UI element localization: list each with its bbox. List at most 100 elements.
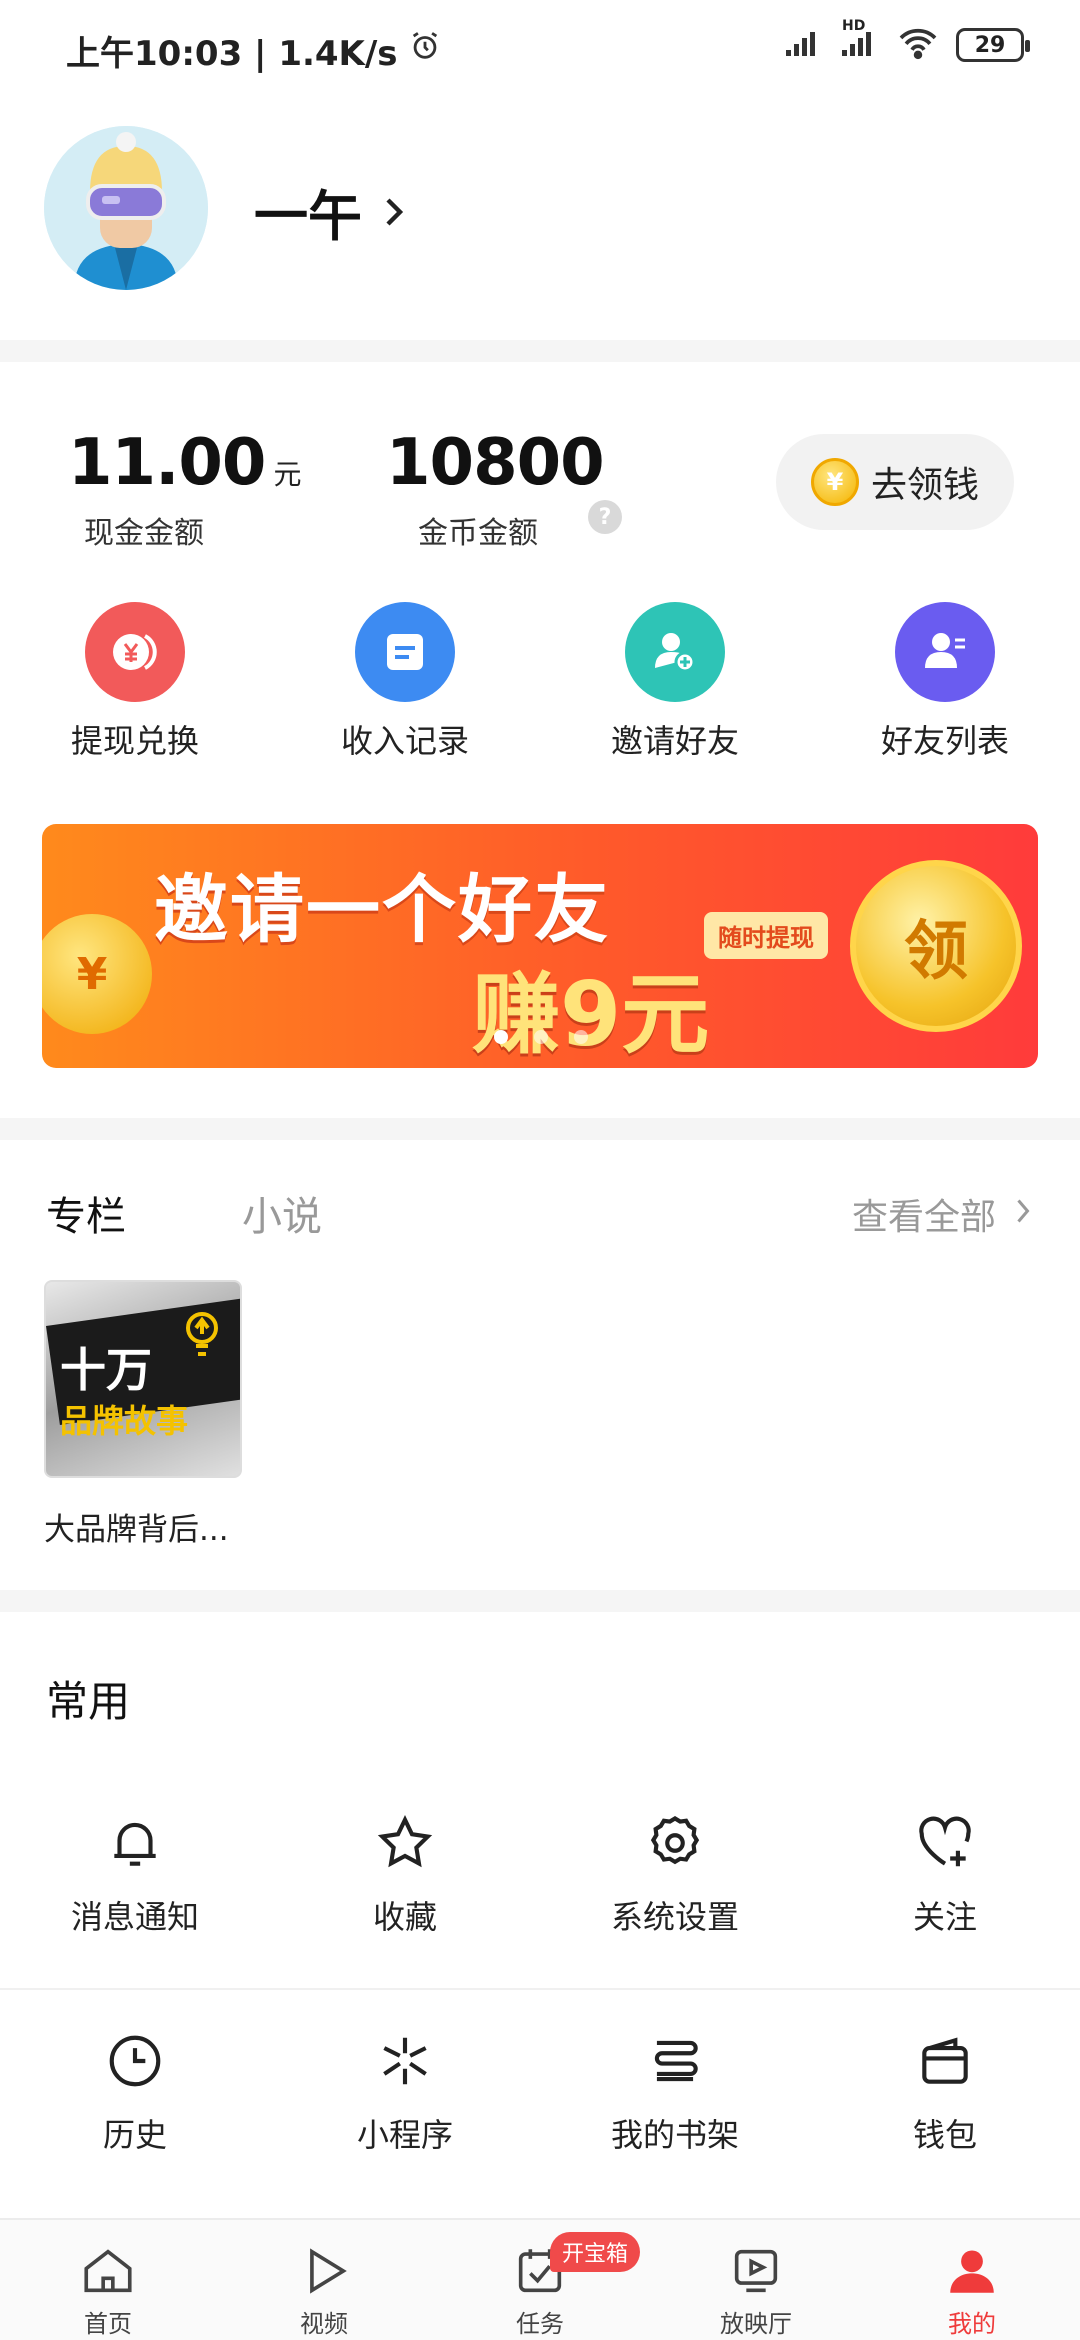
quick-actions: 提现兑换 收入记录 邀请好友 好友列表	[0, 602, 1080, 762]
cash-label: 现金金额	[84, 516, 204, 551]
cash-balance[interactable]: 11.00 元 现金金额	[68, 426, 301, 552]
common-item-settings[interactable]: 系统设置	[540, 1812, 810, 2012]
avatar[interactable]	[44, 126, 208, 290]
nav-label: 任务	[516, 2310, 564, 2338]
coin-balance[interactable]: 10800 金币金额	[386, 426, 605, 552]
task-badge: 开宝箱	[550, 2232, 641, 2272]
quick-action-label: 好友列表	[880, 722, 1009, 760]
nav-task[interactable]: 开宝箱 任务	[432, 2220, 648, 2340]
common-item-wallet[interactable]: 钱包	[810, 2030, 1080, 2230]
common-item-label: 系统设置	[610, 1898, 739, 1936]
quick-action-invite[interactable]: 邀请好友	[540, 602, 810, 762]
nav-label: 首页	[84, 2310, 132, 2338]
heart-plus-icon	[919, 1816, 971, 1867]
screening-icon	[734, 2249, 778, 2293]
battery-indicator: 29	[956, 28, 1030, 62]
gear-icon	[650, 1816, 700, 1865]
lightbulb-icon	[174, 1302, 230, 1370]
claim-money-label: 去领钱	[870, 465, 979, 506]
section-separator	[0, 1118, 1080, 1140]
common-item-mini-program[interactable]: 小程序	[270, 2030, 540, 2230]
common-item-bookshelf[interactable]: 我的书架	[540, 2030, 810, 2230]
book-cover-line2: 品牌故事	[60, 1402, 189, 1440]
profile-icon	[950, 2250, 994, 2293]
coin-decoration-icon: ¥	[42, 914, 152, 1034]
claim-money-button[interactable]: ¥ 去领钱	[776, 434, 1014, 530]
status-left: 上午10:03 | 1.4K/s	[66, 26, 442, 75]
alarm-icon	[408, 29, 442, 72]
cash-value: 11.00	[68, 426, 266, 500]
common-item-label: 我的书架	[610, 2116, 739, 2154]
nav-label: 视频	[300, 2310, 348, 2338]
common-item-history[interactable]: 历史	[0, 2030, 270, 2230]
bell-icon	[114, 1822, 156, 1866]
tab-column[interactable]: 专栏	[46, 1184, 126, 1242]
cash-unit: 元	[273, 458, 302, 491]
bookshelf-icon	[654, 2040, 698, 2082]
banner-pagination	[494, 1030, 588, 1044]
invite-banner[interactable]: ¥ 邀请一个好友 随时提现 赚9元 领	[42, 824, 1038, 1068]
common-item-notifications[interactable]: 消息通知	[0, 1812, 270, 2012]
tab-novel[interactable]: 小说	[242, 1184, 322, 1242]
nav-video[interactable]: 视频	[216, 2220, 432, 2340]
status-time-speed: 上午10:03 | 1.4K/s	[66, 34, 398, 74]
nav-profile[interactable]: 我的	[864, 2220, 1080, 2340]
common-item-label: 历史	[102, 2116, 167, 2154]
book-title[interactable]: 大品牌背后...	[44, 1504, 229, 1549]
signal-hd-icon: HD	[840, 18, 880, 62]
star-icon	[377, 1814, 433, 1868]
common-item-follow[interactable]: 关注	[810, 1812, 1080, 2012]
pagination-dot[interactable]	[534, 1030, 548, 1044]
section-separator	[0, 1590, 1080, 1612]
view-all-label: 查看全部	[851, 1197, 996, 1238]
profile-header[interactable]: 一午	[0, 110, 1080, 340]
common-item-label: 小程序	[356, 2116, 453, 2154]
mini-program-icon	[383, 2037, 427, 2085]
column-tabs: 专栏 小说	[46, 1184, 322, 1242]
common-item-label: 收藏	[372, 1898, 437, 1936]
status-bar: 上午10:03 | 1.4K/s HD 29	[0, 0, 1080, 96]
section-separator	[0, 340, 1080, 362]
chevron-right-icon	[382, 180, 406, 243]
nav-home[interactable]: 首页	[0, 2220, 216, 2340]
quick-action-income-record[interactable]: 收入记录	[270, 602, 540, 762]
status-right: HD 29	[784, 18, 1030, 64]
bottom-nav: 首页 视频 开宝箱 任务 放映厅 我的	[0, 2218, 1080, 2340]
username: 一午	[254, 185, 362, 248]
profile-name-link[interactable]: 一午	[254, 172, 406, 251]
common-item-favorites[interactable]: 收藏	[270, 1812, 540, 2012]
wallet-icon	[922, 2037, 968, 2084]
common-row: 消息通知 收藏 系统设置 关注	[0, 1812, 1080, 2012]
coin-label: 金币金额	[418, 516, 538, 551]
quick-action-friend-list[interactable]: 好友列表	[810, 602, 1080, 762]
pagination-dot[interactable]	[574, 1030, 588, 1044]
wifi-icon	[896, 26, 940, 64]
book-cover-line1: 十万	[60, 1343, 152, 1397]
book-cover[interactable]: 十万 品牌故事	[44, 1280, 242, 1478]
banner-subtitle: 赚9元	[472, 963, 710, 1066]
signal-icon	[784, 28, 824, 62]
nav-label: 我的	[948, 2310, 996, 2338]
common-row: 历史 小程序 我的书架 钱包	[0, 2030, 1080, 2230]
quick-action-label: 收入记录	[340, 722, 469, 760]
banner-title: 邀请一个好友	[154, 867, 610, 953]
pagination-dot[interactable]	[494, 1030, 508, 1044]
home-icon	[84, 2249, 132, 2293]
invite-user-icon	[625, 602, 725, 702]
coin-icon: ¥	[810, 458, 859, 506]
network-label: HD	[842, 18, 866, 34]
quick-action-label: 提现兑换	[70, 722, 199, 760]
clock-icon	[109, 2035, 161, 2087]
banner-tag: 随时提现	[704, 912, 828, 959]
friend-list-icon	[895, 602, 995, 702]
nav-screening[interactable]: 放映厅	[648, 2220, 864, 2340]
common-section: 常用 消息通知 收藏 系统设置 关注 历史 小程序 我的书架 钱包	[0, 1612, 1080, 2212]
banner-claim-coin: 领	[850, 860, 1022, 1032]
earnings-card: 11.00 元 现金金额 10800 金币金额 ? ¥ 去领钱 提现兑换 收入记录…	[0, 362, 1080, 1112]
help-icon[interactable]: ?	[588, 500, 622, 534]
view-all-link[interactable]: 查看全部	[852, 1188, 1032, 1240]
row-divider	[0, 1988, 1080, 1990]
quick-action-withdraw[interactable]: 提现兑换	[0, 602, 270, 762]
play-icon	[310, 2248, 347, 2294]
yuan-exchange-icon	[85, 602, 185, 702]
